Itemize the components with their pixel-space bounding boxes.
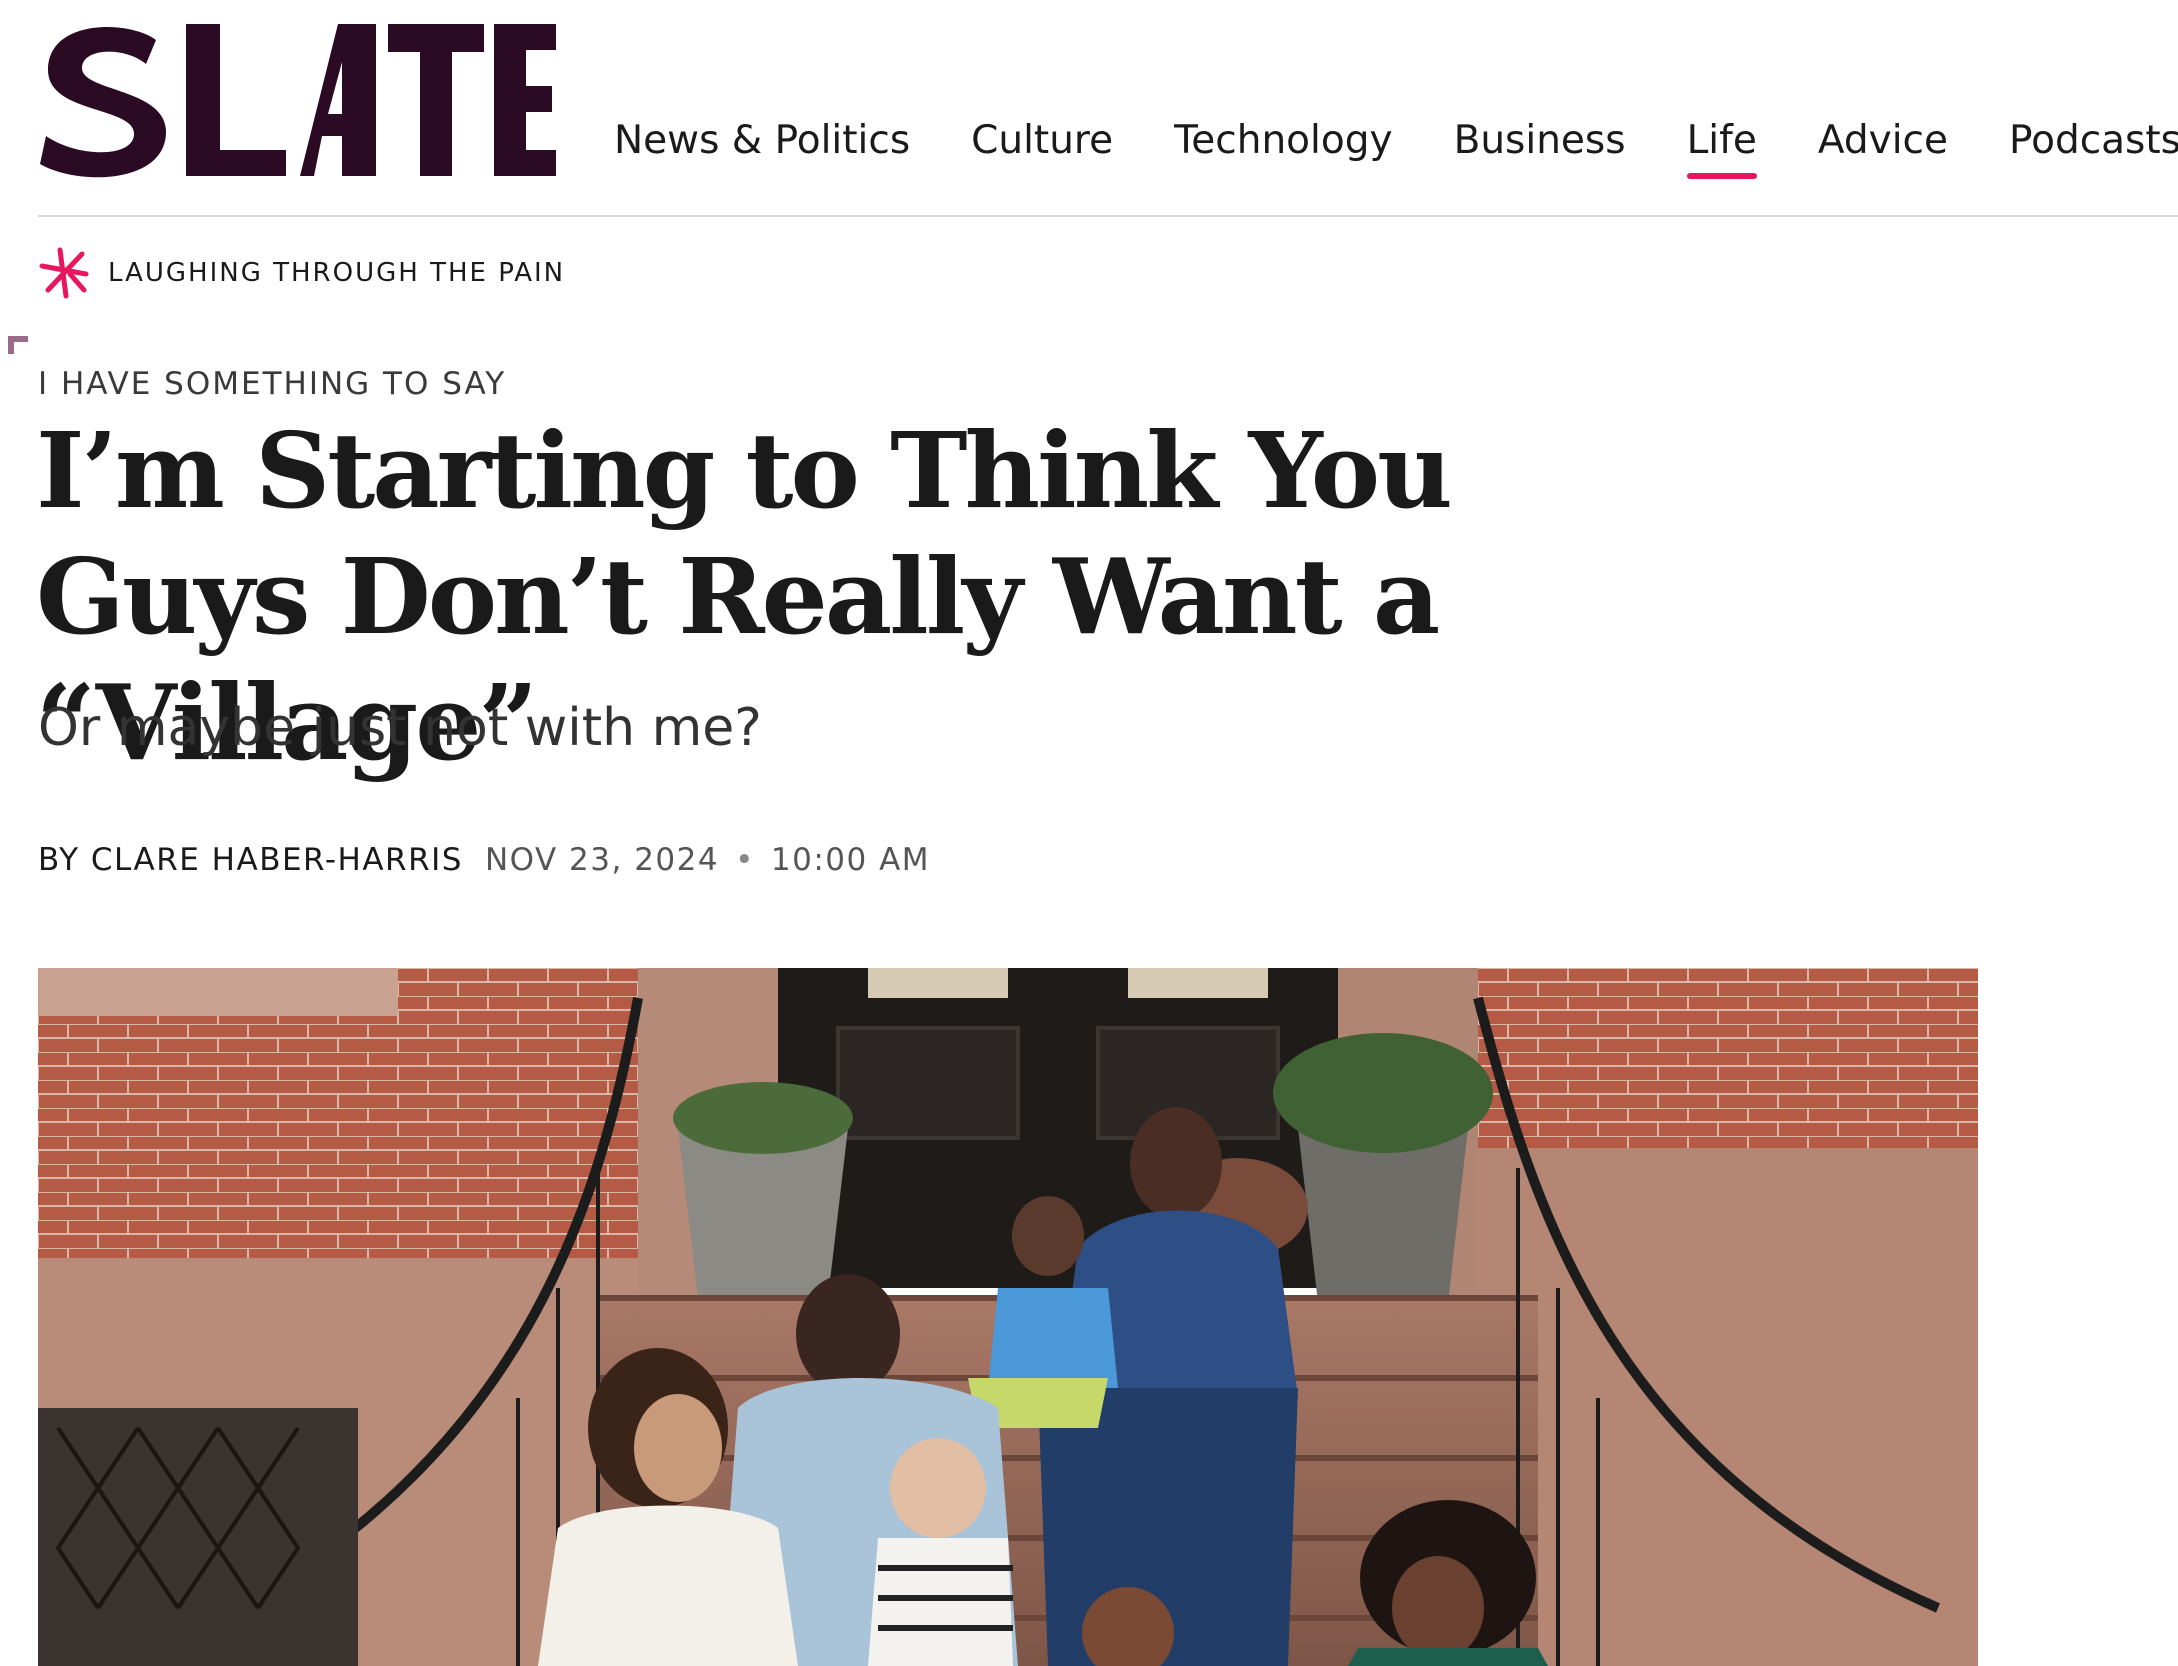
hero-image xyxy=(38,968,1978,1666)
primary-nav: News & Politics Culture Technology Busin… xyxy=(614,118,2178,179)
nav-business[interactable]: Business xyxy=(1454,118,1626,179)
slate-logo[interactable] xyxy=(38,18,558,180)
slate-asterisk-icon xyxy=(39,247,89,299)
nav-life[interactable]: Life xyxy=(1686,118,1758,179)
article-page: News & Politics Culture Technology Busin… xyxy=(0,0,2178,1666)
nav-technology[interactable]: Technology xyxy=(1174,118,1392,179)
nav-podcasts[interactable]: Podcasts xyxy=(2009,118,2178,179)
byline: BY CLARE HABER-HARRIS NOV 23, 2024 • 10:… xyxy=(38,842,930,878)
site-header: News & Politics Culture Technology Busin… xyxy=(0,0,2178,217)
series-tag[interactable]: LAUGHING THROUGH THE PAIN xyxy=(36,244,565,302)
corner-bracket-icon xyxy=(8,336,28,354)
nav-news-politics[interactable]: News & Politics xyxy=(614,118,910,179)
byline-separator: • xyxy=(735,842,755,878)
series-label: LAUGHING THROUGH THE PAIN xyxy=(108,258,566,288)
family-on-brownstone-stoop-photo xyxy=(38,968,1978,1666)
publish-date: NOV 23, 2024 xyxy=(484,842,720,878)
author-link[interactable]: BY CLARE HABER-HARRIS xyxy=(38,842,463,878)
article-dek: Or maybe just not with me? xyxy=(38,698,762,758)
header-divider xyxy=(38,215,2178,217)
nav-advice[interactable]: Advice xyxy=(1818,118,1948,179)
article-kicker[interactable]: I HAVE SOMETHING TO SAY xyxy=(38,366,506,402)
publish-time: 10:00 AM xyxy=(770,842,931,878)
nav-culture[interactable]: Culture xyxy=(971,118,1113,179)
